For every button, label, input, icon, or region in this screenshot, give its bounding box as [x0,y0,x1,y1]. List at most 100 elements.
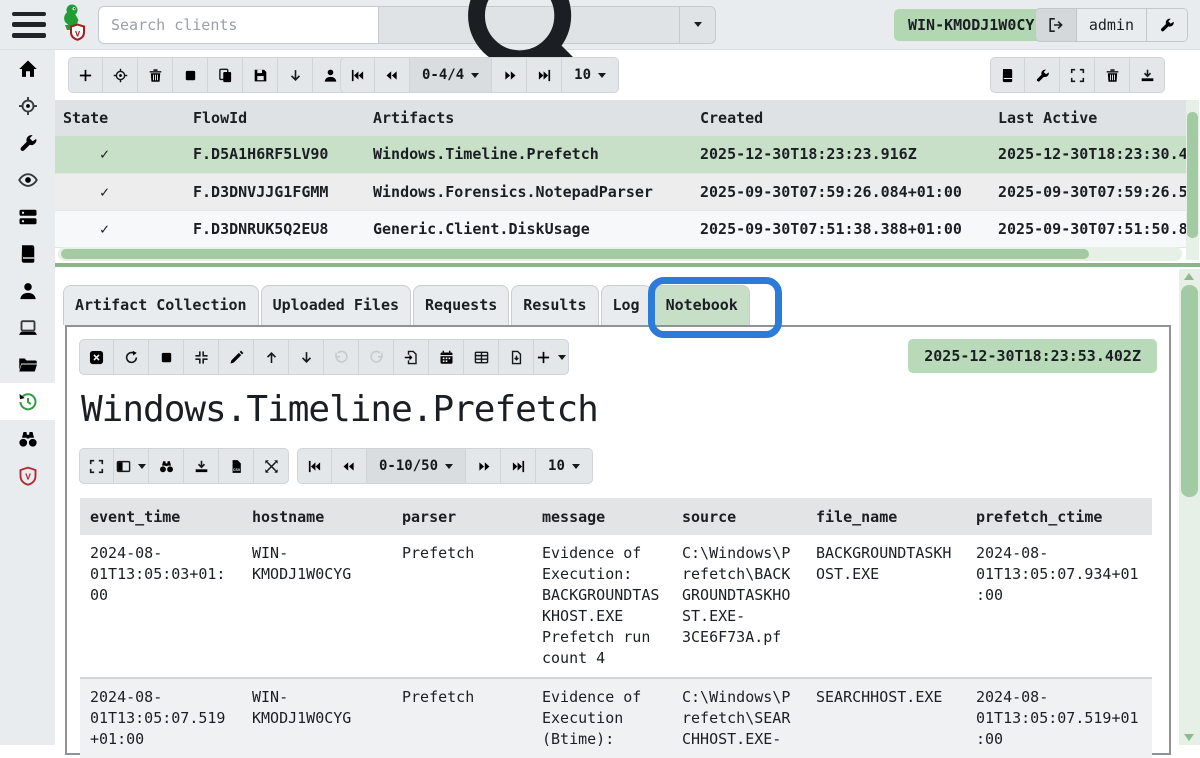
add-cell-from-table-button[interactable] [464,339,499,375]
flow-row-selected[interactable]: ✓ F.D5A1H6RF5LV90 Windows.Timeline.Prefe… [55,136,1186,173]
scrollbar-thumb[interactable] [1181,285,1198,497]
sidebar-item-server-config[interactable] [0,124,55,161]
redo-button[interactable] [359,339,394,375]
undo-button[interactable] [324,339,359,375]
last-page-button[interactable] [501,448,536,484]
save-collection-button[interactable] [243,57,278,93]
user-settings-button[interactable] [1146,9,1187,41]
sidebar-item-client-summary[interactable] [0,272,55,309]
stop-flow-button[interactable] [173,57,208,93]
sidebar-item-shield[interactable] [0,457,55,494]
scroll-down-arrow-icon[interactable] [1184,734,1194,741]
page-size-dropdown[interactable]: 10 [536,448,593,484]
search-input[interactable] [98,6,378,44]
stop-calculation-button[interactable] [149,339,184,375]
artifacts-cell: Windows.Forensics.NotepadParser [365,173,692,210]
column-select-dropdown[interactable] [114,448,149,484]
move-cell-down-button[interactable] [289,339,324,375]
table-download-button[interactable] [184,448,219,484]
tab-uploaded-files[interactable]: Uploaded Files [261,285,411,325]
export-csv-button[interactable] [219,448,254,484]
scrollbar-thumb[interactable] [1187,112,1198,238]
sidebar-item-vfs[interactable] [0,346,55,383]
collapse-cell-button[interactable] [184,339,219,375]
client-search [98,6,716,44]
delete-flow-button[interactable] [138,57,173,93]
client-id-button[interactable]: WIN-KMODJ1W0CYG [894,9,1057,41]
move-cell-up-button[interactable] [254,339,289,375]
next-page-button[interactable] [466,448,501,484]
sidebar-item-client-events[interactable] [0,420,55,457]
result-row[interactable]: 2024-08-01T13:05:03+01:00 WIN-KMODJ1W0CY… [80,535,1152,678]
first-page-button[interactable] [297,448,332,484]
page-size-dropdown[interactable]: 10 [562,57,619,93]
sidebar-item-server-events[interactable] [0,161,55,198]
sidebar-item-server-artifacts[interactable] [0,198,55,235]
table-fullscreen-button[interactable] [79,448,114,484]
panel-divider[interactable] [55,263,1200,267]
trash-icon [1105,68,1120,83]
csv-file-icon [229,459,244,474]
result-row[interactable]: 2024-08-01T13:05:07.519+01:00 WIN-KMODJ1… [80,678,1152,758]
prev-page-button[interactable] [332,448,367,484]
search-button[interactable] [378,6,680,44]
result-pagination: 0-10/50 10 [297,448,593,484]
hamburger-menu-icon[interactable] [12,12,46,38]
calendar-icon [439,350,454,365]
next-page-button[interactable] [492,57,527,93]
page-range-dropdown[interactable]: 0-4/4 [410,57,492,93]
next-page-icon [502,68,517,83]
export-button[interactable] [1130,57,1165,93]
delete-button[interactable] [1095,57,1130,93]
add-cell-button[interactable] [534,339,569,375]
fullscreen-button[interactable] [1060,57,1095,93]
last-page-button[interactable] [527,57,562,93]
search-options-button[interactable] [680,6,716,44]
recalculate-button[interactable] [114,339,149,375]
close-cell-button[interactable] [79,339,114,375]
sidebar-item-collected-artifacts[interactable] [0,383,55,420]
col-header-parser: parser [392,498,532,535]
build-collection-button[interactable] [1025,57,1060,93]
page-vertical-scrollbar[interactable] [1179,269,1200,745]
page-range-dropdown[interactable]: 0-10/50 [367,448,466,484]
hunt-from-flow-button[interactable] [103,57,138,93]
flows-vertical-scrollbar[interactable] [1186,100,1199,260]
add-timeline-button[interactable] [429,339,464,375]
user-button[interactable]: admin [1076,9,1146,41]
sidebar-item-interrogate[interactable] [0,309,55,346]
event-time-cell: 2024-08-01T13:05:03+01:00 [80,535,242,678]
sidebar-item-home[interactable] [0,50,55,87]
flow-id-cell: F.D5A1H6RF5LV90 [185,136,365,173]
logout-button[interactable] [1036,9,1076,41]
sidebar-item-notebooks[interactable] [0,235,55,272]
save-icon [253,68,268,83]
tab-results[interactable]: Results [511,285,598,325]
tab-artifact-collection[interactable]: Artifact Collection [63,285,259,325]
sidebar-item-hunts[interactable] [0,87,55,124]
flow-row[interactable]: ✓ F.D3DNRUK5Q2EU8 Generic.Client.DiskUsa… [55,210,1186,247]
col-header-prefetch-ctime: prefetch_ctime [966,498,1152,535]
notebook-download-button[interactable] [499,339,534,375]
copy-cell-button[interactable] [394,339,429,375]
scroll-up-arrow-icon[interactable] [1184,273,1194,280]
crosshair-icon [18,96,38,116]
scrollbar-thumb[interactable] [61,249,1089,259]
table-filter-button[interactable] [149,448,184,484]
flows-horizontal-scrollbar[interactable] [58,247,1182,261]
copy-collection-button[interactable] [208,57,243,93]
first-page-button[interactable] [340,57,375,93]
prev-page-button[interactable] [375,57,410,93]
cell-timestamp-badge[interactable]: 2025-12-30T18:23:53.402Z [908,339,1157,373]
expand-table-button[interactable] [254,448,289,484]
tab-requests[interactable]: Requests [413,285,509,325]
notebook-panel: 2025-12-30T18:23:53.402Z Windows.Timelin… [65,325,1171,755]
last-active-cell: 2025-12-30T18:23:30.426 [990,136,1186,173]
notebook-button[interactable] [990,57,1025,93]
download-results-button[interactable] [278,57,313,93]
tab-log[interactable]: Log [601,285,652,325]
new-collection-button[interactable] [68,57,103,93]
tab-notebook[interactable]: Notebook [654,285,750,325]
flow-row[interactable]: ✓ F.D3DNVJJG1FGMM Windows.Forensics.Note… [55,173,1186,210]
edit-cell-button[interactable] [219,339,254,375]
